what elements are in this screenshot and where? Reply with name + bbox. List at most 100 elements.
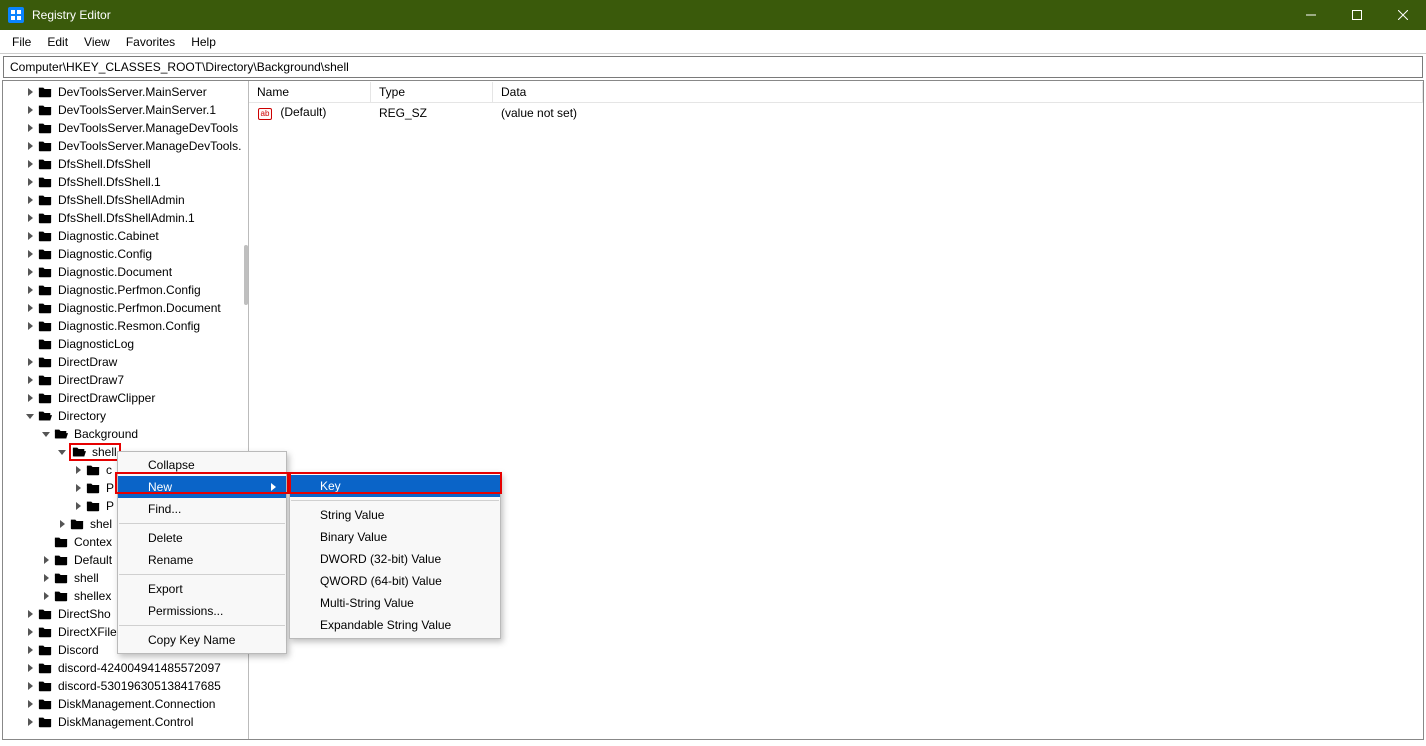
chevron-right-icon[interactable]	[39, 574, 53, 582]
tree-item[interactable]: Diagnostic.Resmon.Config	[3, 317, 248, 335]
tree-item-label: Diagnostic.Config	[56, 247, 154, 261]
context-menu-item[interactable]: Copy Key Name	[118, 629, 286, 651]
chevron-right-icon[interactable]	[71, 466, 85, 474]
chevron-down-icon[interactable]	[23, 412, 37, 420]
chevron-right-icon[interactable]	[55, 520, 69, 528]
chevron-right-icon[interactable]	[23, 124, 37, 132]
chevron-right-icon[interactable]	[23, 718, 37, 726]
chevron-right-icon[interactable]	[23, 250, 37, 258]
chevron-right-icon[interactable]	[71, 484, 85, 492]
chevron-right-icon[interactable]	[39, 556, 53, 564]
value-row[interactable]: ab (Default) REG_SZ (value not set)	[249, 103, 1423, 123]
chevron-right-icon[interactable]	[23, 268, 37, 276]
chevron-right-icon[interactable]	[23, 178, 37, 186]
chevron-right-icon[interactable]	[23, 376, 37, 384]
tree-item[interactable]: DfsShell.DfsShell	[3, 155, 248, 173]
tree-item[interactable]: DfsShell.DfsShell.1	[3, 173, 248, 191]
tree-item[interactable]: DirectDrawClipper	[3, 389, 248, 407]
tree-item[interactable]: DevToolsServer.MainServer	[3, 83, 248, 101]
context-menu-item[interactable]: Delete	[118, 527, 286, 549]
tree-item[interactable]: DfsShell.DfsShellAdmin.1	[3, 209, 248, 227]
tree-item[interactable]: DevToolsServer.MainServer.1	[3, 101, 248, 119]
context-menu-item[interactable]: Key	[290, 475, 500, 497]
tree-item[interactable]: Diagnostic.Cabinet	[3, 227, 248, 245]
tree-item[interactable]: discord-424004941485572097	[3, 659, 248, 677]
chevron-right-icon[interactable]	[23, 610, 37, 618]
tree-item[interactable]: DevToolsServer.ManageDevTools	[3, 119, 248, 137]
context-menu-item[interactable]: Multi-String Value	[290, 592, 500, 614]
chevron-right-icon[interactable]	[23, 394, 37, 402]
tree-item[interactable]: Directory	[3, 407, 248, 425]
menu-file[interactable]: File	[4, 32, 39, 52]
menu-favorites[interactable]: Favorites	[118, 32, 183, 52]
context-menu-item[interactable]: QWORD (64-bit) Value	[290, 570, 500, 592]
tree-item-label: DiskManagement.Control	[56, 715, 195, 729]
column-type[interactable]: Type	[371, 82, 493, 102]
context-menu-item[interactable]: Export	[118, 578, 286, 600]
tree-item[interactable]: DirectDraw7	[3, 371, 248, 389]
chevron-right-icon[interactable]	[23, 142, 37, 150]
context-menu-item[interactable]: Rename	[118, 549, 286, 571]
chevron-right-icon[interactable]	[23, 214, 37, 222]
tree-item[interactable]: discord-530196305138417685	[3, 677, 248, 695]
context-menu-item[interactable]: Permissions...	[118, 600, 286, 622]
context-submenu-new: Key String ValueBinary ValueDWORD (32-bit…	[289, 472, 501, 639]
tree-item[interactable]: DfsShell.DfsShellAdmin	[3, 191, 248, 209]
chevron-right-icon[interactable]	[23, 682, 37, 690]
chevron-right-icon[interactable]	[23, 232, 37, 240]
chevron-right-icon[interactable]	[23, 646, 37, 654]
tree-item[interactable]: DirectDraw	[3, 353, 248, 371]
chevron-right-icon[interactable]	[71, 502, 85, 510]
chevron-right-icon[interactable]	[23, 106, 37, 114]
context-menu-item[interactable]: String Value	[290, 504, 500, 526]
chevron-right-icon[interactable]	[23, 160, 37, 168]
chevron-right-icon[interactable]	[23, 88, 37, 96]
context-menu-item[interactable]: Binary Value	[290, 526, 500, 548]
chevron-right-icon[interactable]	[23, 664, 37, 672]
chevron-right-icon[interactable]	[23, 286, 37, 294]
tree-item[interactable]: DiskManagement.Control	[3, 713, 248, 731]
context-menu-item[interactable]: Expandable String Value	[290, 614, 500, 636]
folder-icon	[37, 679, 53, 693]
chevron-down-icon[interactable]	[55, 448, 69, 456]
window-title: Registry Editor	[32, 8, 1288, 22]
column-name[interactable]: Name	[249, 82, 371, 102]
context-menu-item[interactable]: Collapse	[118, 454, 286, 476]
menu-edit[interactable]: Edit	[39, 32, 76, 52]
tree-item[interactable]: DiskManagement.Connection	[3, 695, 248, 713]
tree-item[interactable]: Diagnostic.Config	[3, 245, 248, 263]
chevron-down-icon[interactable]	[39, 430, 53, 438]
menu-view[interactable]: View	[76, 32, 118, 52]
tree-item-label: Diagnostic.Perfmon.Config	[56, 283, 203, 297]
tree-item[interactable]: Diagnostic.Document	[3, 263, 248, 281]
chevron-right-icon[interactable]	[23, 304, 37, 312]
column-data[interactable]: Data	[493, 82, 1423, 102]
tree-item[interactable]: DevToolsServer.ManageDevTools.	[3, 137, 248, 155]
menu-help[interactable]: Help	[183, 32, 224, 52]
tree-item-label: DevToolsServer.ManageDevTools.	[56, 139, 243, 153]
tree-item[interactable]: Diagnostic.Perfmon.Config	[3, 281, 248, 299]
chevron-right-icon[interactable]	[39, 592, 53, 600]
folder-icon	[37, 193, 53, 207]
tree-item[interactable]: Background	[3, 425, 248, 443]
context-menu-item[interactable]: Find...	[118, 498, 286, 520]
context-menu-item[interactable]: DWORD (32-bit) Value	[290, 548, 500, 570]
chevron-right-icon[interactable]	[23, 700, 37, 708]
chevron-right-icon[interactable]	[23, 196, 37, 204]
context-menu-item[interactable]: New	[118, 476, 286, 498]
tree-item-label: P	[104, 499, 116, 513]
tree-item-label: DfsShell.DfsShell	[56, 157, 153, 171]
tree-item[interactable]: Diagnostic.Perfmon.Document	[3, 299, 248, 317]
address-bar[interactable]	[3, 56, 1423, 78]
tree-item-label: shell	[90, 445, 119, 459]
address-input[interactable]	[10, 60, 1416, 74]
close-button[interactable]	[1380, 0, 1426, 30]
folder-icon	[71, 445, 87, 459]
chevron-right-icon[interactable]	[23, 322, 37, 330]
maximize-button[interactable]	[1334, 0, 1380, 30]
tree-item[interactable]: DiagnosticLog	[3, 335, 248, 353]
minimize-button[interactable]	[1288, 0, 1334, 30]
chevron-right-icon[interactable]	[23, 628, 37, 636]
chevron-right-icon[interactable]	[23, 358, 37, 366]
tree-scrollbar-thumb[interactable]	[244, 245, 248, 305]
